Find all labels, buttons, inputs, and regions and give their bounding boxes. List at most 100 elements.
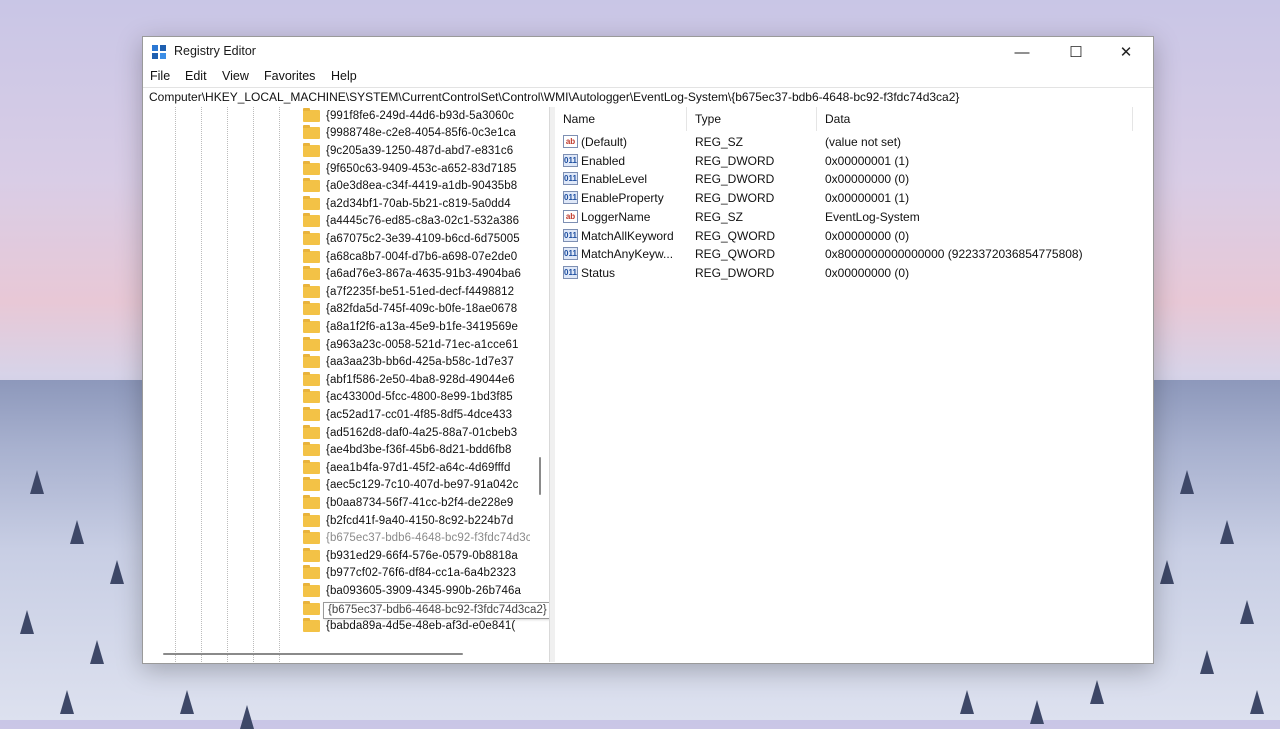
tree-key-label: {9f650c63-9409-453c-a652-83d7185: [326, 162, 517, 175]
tree-key-item[interactable]: {aec5c129-7c10-407d-be97-91a042c: [303, 477, 530, 495]
binary-value-icon: 011: [563, 228, 578, 242]
value-type: REG_DWORD: [695, 153, 775, 168]
folder-icon: [303, 195, 320, 210]
folder-icon: [303, 354, 320, 369]
tree-key-item[interactable]: {b977cf02-76f6-df84-cc1a-6a4b2323: [303, 565, 530, 583]
folder-icon: [303, 230, 320, 245]
tree-key-label: {b0aa8734-56f7-41cc-b2f4-de228e9: [326, 496, 514, 509]
value-data: 0x00000000 (0): [825, 265, 910, 280]
tree-key-item[interactable]: {a963a23c-0058-521d-71ec-a1cce61: [303, 336, 530, 354]
tree-key-label: {9c205a39-1250-487d-abd7-e831c6: [326, 144, 514, 157]
tree-key-label: {9988748e-c2e8-4054-85f6-0c3e1ca: [326, 127, 516, 140]
folder-icon: [303, 178, 320, 193]
pine-tree: [1160, 560, 1174, 584]
tree-key-label: {ba093605-3909-4345-990b-26b746a: [326, 584, 522, 597]
value-row[interactable]: 011 MatchAllKeyword REG_QWORD 0x00000000 (0…: [555, 227, 1145, 246]
minimize-button[interactable]: —: [999, 37, 1045, 67]
value-type: REG_QWORD: [695, 247, 776, 262]
tree-key-item[interactable]: {ae4bd3be-f36f-45b6-8d21-bdd6fb8: [303, 441, 530, 459]
tree-guide-line: [253, 107, 254, 662]
tree-key-item[interactable]: {a67075c2-3e39-4109-b6cd-6d75005: [303, 230, 530, 248]
tree-key-label: {a2d34bf1-70ab-5b21-c819-5a0dd4: [326, 197, 511, 210]
value-data: EventLog-System: [825, 209, 920, 224]
menu-favorites[interactable]: Favorites: [264, 69, 315, 83]
tree-key-item[interactable]: {a4445c76-ed85-c8a3-02c1-532a386: [303, 213, 530, 231]
value-row[interactable]: ab (Default) REG_SZ (value not set): [555, 133, 1145, 152]
tree-key-item[interactable]: {991f8fe6-249d-44d6-b93d-5a3060c: [303, 107, 530, 125]
tree-key-item[interactable]: {9988748e-c2e8-4054-85f6-0c3e1ca: [303, 125, 530, 143]
value-row[interactable]: 011 EnableLevel REG_DWORD 0x00000000 (0): [555, 170, 1145, 189]
values-pane[interactable]: Name Type Data ab (Default) REG_SZ (value n…: [555, 107, 1153, 662]
column-header-type[interactable]: Type: [687, 107, 817, 131]
address-path: Computer\HKEY_LOCAL_MACHINE\SYSTEM\Curre…: [149, 90, 960, 104]
binary-value-icon: 011: [563, 191, 578, 205]
maximize-button[interactable]: ☐: [1053, 37, 1099, 67]
value-row[interactable]: 011 Status REG_DWORD 0x00000000 (0): [555, 264, 1145, 283]
tree-key-item[interactable]: {babda89a-4d5e-48eb-af3d-e0e841(: [303, 617, 530, 635]
value-data: 0x00000000 (0): [825, 228, 910, 243]
value-row[interactable]: 011 EnableProperty REG_DWORD 0x00000001 (1): [555, 189, 1145, 208]
string-value-icon: ab: [563, 209, 578, 223]
tree-key-item[interactable]: {a2d34bf1-70ab-5b21-c819-5a0dd4: [303, 195, 530, 213]
value-row[interactable]: 011 Enabled REG_DWORD 0x00000001 (1): [555, 152, 1145, 171]
folder-icon: [303, 406, 320, 421]
tree-key-item[interactable]: {abf1f586-2e50-4ba8-928d-49044e6: [303, 371, 530, 389]
tree-key-item[interactable]: {ac52ad17-cc01-4f85-8df5-4dce433: [303, 406, 530, 424]
tree-key-item[interactable]: {aea1b4fa-97d1-45f2-a64c-4d69fffd: [303, 459, 530, 477]
key-tree-pane[interactable]: {991f8fe6-249d-44d6-b93d-5a3060c {9988748…: [143, 107, 549, 662]
tree-horizontal-scrollbar[interactable]: [163, 653, 463, 655]
tree-key-label: {a963a23c-0058-521d-71ec-a1cce61: [326, 338, 519, 351]
menu-help[interactable]: Help: [331, 69, 357, 83]
value-data: 0x00000000 (0): [825, 172, 910, 187]
tree-key-item[interactable]: {b675ec37-bdb6-4648-bc92-f3fdc74d3ca2}: [303, 529, 530, 547]
tree-key-label: {ad5162d8-daf0-4a25-88a7-01cbeb3: [326, 426, 518, 439]
tree-key-label: {a8a1f2f6-a13a-45e9-b1fe-3419569e: [326, 320, 518, 333]
key-name-tooltip: {b675ec37-bdb6-4648-bc92-f3fdc74d3ca2}: [323, 602, 549, 619]
tree-key-item[interactable]: {ac43300d-5fcc-4800-8e99-1bd3f85: [303, 389, 530, 407]
tree-key-label: {ae4bd3be-f36f-45b6-8d21-bdd6fb8: [326, 444, 512, 457]
menu-edit[interactable]: Edit: [185, 69, 207, 83]
value-name: Status: [581, 265, 616, 280]
folder-icon: [303, 371, 320, 386]
tree-key-item[interactable]: {a6ad76e3-867a-4635-91b3-4904ba6: [303, 265, 530, 283]
tree-key-item[interactable]: {aa3aa23b-bb6d-425a-b58c-1d7e37: [303, 353, 530, 371]
tree-key-item[interactable]: {a8a1f2f6-a13a-45e9-b1fe-3419569e: [303, 318, 530, 336]
tree-key-item[interactable]: {a68ca8b7-004f-d7b6-a698-07e2de0: [303, 248, 530, 266]
tree-key-item[interactable]: {b931ed29-66f4-576e-0579-0b8818a: [303, 547, 530, 565]
tree-key-item[interactable]: {ba093605-3909-4345-990b-26b746a: [303, 582, 530, 600]
menu-file[interactable]: File: [150, 69, 170, 83]
column-header-name[interactable]: Name: [555, 107, 687, 131]
window-title: Registry Editor: [174, 44, 256, 58]
menu-view[interactable]: View: [222, 69, 249, 83]
tree-vertical-scrollbar[interactable]: [539, 457, 541, 495]
tree-key-item[interactable]: {9f650c63-9409-453c-a652-83d7185: [303, 160, 530, 178]
folder-icon: [303, 248, 320, 263]
pine-tree: [180, 690, 194, 714]
registry-editor-window: Registry Editor — ☐ ✕ File Edit View Fav…: [142, 36, 1154, 664]
tree-key-item[interactable]: {a7f2235f-be51-51ed-decf-f4498812: [303, 283, 530, 301]
minimize-icon: —: [1014, 43, 1030, 61]
tree-key-item[interactable]: {9c205a39-1250-487d-abd7-e831c6: [303, 142, 530, 160]
address-bar[interactable]: Computer\HKEY_LOCAL_MACHINE\SYSTEM\Curre…: [143, 87, 1153, 108]
folder-icon: [303, 547, 320, 562]
close-button[interactable]: ✕: [1103, 37, 1149, 67]
title-bar[interactable]: Registry Editor — ☐ ✕: [143, 37, 1153, 67]
tree-guide-line: [201, 107, 202, 662]
tree-key-item[interactable]: {a0e3d8ea-c34f-4419-a1db-90435b8: [303, 177, 530, 195]
tree-key-item[interactable]: {b2fcd41f-9a40-4150-8c92-b224b7d: [303, 512, 530, 530]
folder-icon: [303, 266, 320, 281]
pine-tree: [1220, 520, 1234, 544]
tree-key-item[interactable]: {a82fda5d-745f-409c-b0fe-18ae0678: [303, 301, 530, 319]
column-header-data[interactable]: Data: [817, 107, 1133, 131]
value-row[interactable]: 011 MatchAnyKeyw... REG_QWORD 0x80000000000…: [555, 245, 1145, 264]
folder-icon: [303, 125, 320, 140]
value-name: MatchAllKeyword: [581, 228, 674, 243]
close-icon: ✕: [1119, 44, 1133, 61]
pine-tree: [30, 470, 44, 494]
value-row[interactable]: ab LoggerName REG_SZ EventLog-System: [555, 208, 1145, 227]
binary-value-icon: 011: [563, 172, 578, 186]
value-data: 0x00000001 (1): [825, 153, 910, 168]
tree-key-item[interactable]: {b0aa8734-56f7-41cc-b2f4-de228e9: [303, 494, 530, 512]
value-type: REG_SZ: [695, 135, 744, 149]
tree-key-item[interactable]: {ad5162d8-daf0-4a25-88a7-01cbeb3: [303, 424, 530, 442]
